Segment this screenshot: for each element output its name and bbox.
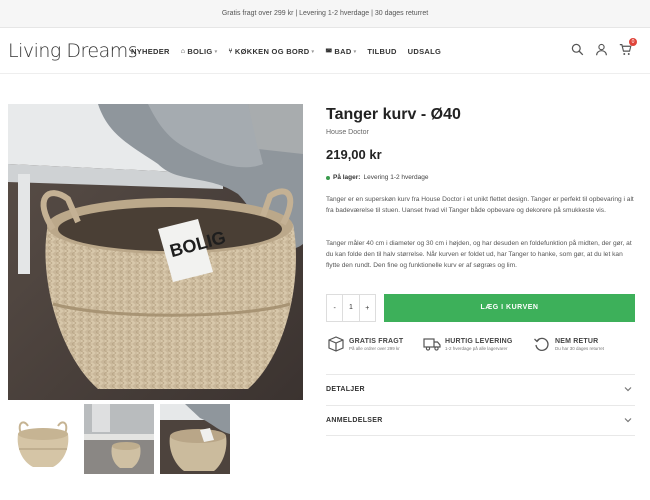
chevron-down-icon: ▾ xyxy=(311,48,315,55)
nav-item-bad[interactable]: ◚ BAD ▾ xyxy=(325,47,356,56)
chevron-down-icon xyxy=(624,418,632,423)
thumbnail-gallery xyxy=(8,404,230,474)
product-brand[interactable]: House Doctor xyxy=(326,129,369,136)
nav-item-udsalg[interactable]: UDSALG xyxy=(408,47,441,56)
cart-count-badge: 0 xyxy=(629,38,637,46)
stock-label: På lager: xyxy=(333,174,361,181)
add-to-cart-button[interactable]: LÆG I KURVEN xyxy=(384,294,635,322)
product-title: Tanger kurv - Ø40 xyxy=(326,106,461,123)
return-icon xyxy=(533,335,551,353)
chevron-down-icon: ▾ xyxy=(353,48,357,55)
main-nav: NYHEDER ⌂ BOLIG ▾ ⑂ KØKKEN OG BORD ▾ ◚ B… xyxy=(131,47,441,56)
product-description-2: Tanger måler 40 cm i diameter og 30 cm i… xyxy=(326,240,632,269)
in-stock-dot-icon xyxy=(326,175,330,180)
product-description-1: Tanger er en superskøn kurv fra House Do… xyxy=(326,196,634,214)
quantity-input[interactable]: 1 xyxy=(342,295,360,321)
cart-button[interactable]: 0 xyxy=(619,38,637,56)
thumbnail-2[interactable] xyxy=(84,404,154,474)
bath-icon: ◚ xyxy=(325,48,333,56)
account-icon[interactable] xyxy=(595,43,608,56)
site-logo[interactable]: Living Dreams xyxy=(8,40,138,62)
box-icon xyxy=(327,335,345,353)
nav-item-koekken-og-bord[interactable]: ⑂ KØKKEN OG BORD ▾ xyxy=(228,47,314,56)
feature-subtitle: 1-2 hverdage på alle lagervarer xyxy=(445,345,508,351)
feature-subtitle: På alle ordrer over 299 kr xyxy=(349,345,400,351)
product-price: 219,00 kr xyxy=(326,147,382,162)
quantity-stepper: - 1 + xyxy=(326,294,376,322)
home-icon: ⌂ xyxy=(180,48,186,55)
quantity-decrease-button[interactable]: - xyxy=(327,305,342,312)
quantity-increase-button[interactable]: + xyxy=(360,305,375,312)
site-header: Living Dreams NYHEDER ⌂ BOLIG ▾ ⑂ KØKKEN… xyxy=(0,28,650,74)
search-icon[interactable] xyxy=(571,43,584,56)
stock-status: På lager: Levering 1-2 hverdage xyxy=(326,174,429,181)
feature-fast-delivery: HURTIG LEVERING 1-2 hverdage på alle lag… xyxy=(423,335,513,353)
feature-free-shipping: GRATIS FRAGT På alle ordrer over 299 kr xyxy=(327,335,403,353)
nav-item-tilbud[interactable]: TILBUD xyxy=(367,47,396,56)
accordion-label: ANMELDELSER xyxy=(326,417,383,424)
nav-item-nyheder[interactable]: NYHEDER xyxy=(131,47,170,56)
accordion-reviews[interactable]: ANMELDELSER xyxy=(326,405,635,436)
accordion-label: DETALJER xyxy=(326,386,365,393)
chevron-down-icon: ▾ xyxy=(214,48,218,55)
thumbnail-1[interactable] xyxy=(8,404,78,474)
stock-text: Levering 1-2 hverdage xyxy=(363,174,429,181)
announcement-text: Gratis fragt over 299 kr | Levering 1-2 … xyxy=(221,10,429,17)
feature-title: HURTIG LEVERING xyxy=(445,337,513,345)
thumbnail-3[interactable] xyxy=(160,404,230,474)
announcement-bar: Gratis fragt over 299 kr | Levering 1-2 … xyxy=(0,0,650,28)
chevron-down-icon xyxy=(624,387,632,392)
accordion-details[interactable]: DETALJER xyxy=(326,374,635,404)
feature-title: NEM RETUR xyxy=(555,337,599,345)
feature-subtitle: Du har 30 dages returret xyxy=(555,345,605,351)
product-main-image[interactable]: BOLIG xyxy=(8,104,303,400)
feature-easy-return: NEM RETUR Du har 30 dages returret xyxy=(533,335,604,353)
utensils-icon: ⑂ xyxy=(228,48,233,55)
header-icons: 0 xyxy=(571,38,637,56)
feature-title: GRATIS FRAGT xyxy=(349,337,404,345)
nav-item-bolig[interactable]: ⌂ BOLIG ▾ xyxy=(181,47,218,56)
truck-icon xyxy=(423,335,441,353)
